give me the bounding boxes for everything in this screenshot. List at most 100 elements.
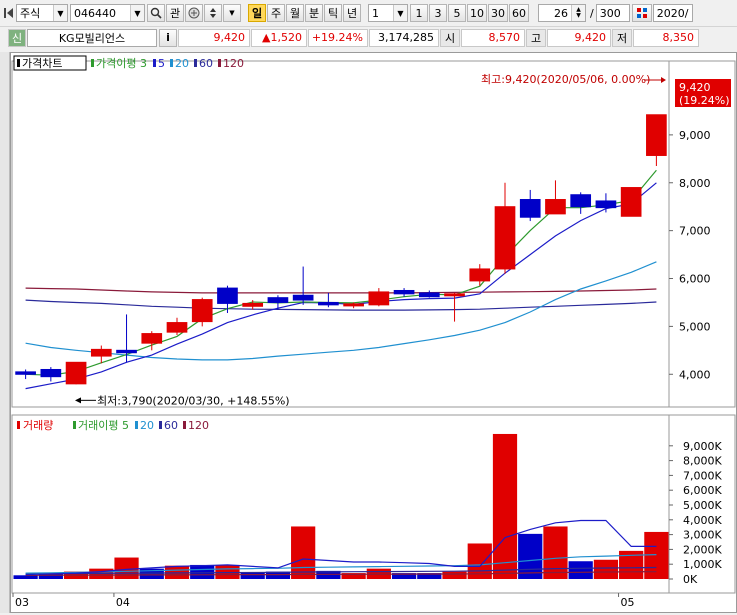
volume-value: 3,174,285 [369, 28, 439, 47]
price-ma20-line [25, 261, 657, 361]
interval-3-button[interactable]: 3 [429, 4, 447, 22]
open-label: 시 [440, 28, 460, 47]
price-legend-label: 20 [175, 57, 189, 70]
chart-area[interactable]: 4,000 5,000 6,000 7,000 8,000 9,000 가격차트 가격이평 3… [10, 52, 737, 613]
link-button[interactable] [185, 4, 203, 22]
candle-body [494, 206, 516, 270]
low-value: 8,350 [633, 28, 699, 47]
current-price: 9,420 [178, 28, 250, 47]
candle-body [116, 349, 137, 354]
spin-button[interactable] [204, 4, 222, 22]
link-icon [188, 7, 200, 19]
volume-tick-label: 9,000K [683, 440, 722, 453]
period-month-button[interactable]: 월 [286, 4, 304, 22]
candle-body [318, 301, 339, 306]
period-minute-button[interactable]: 분 [305, 4, 323, 22]
stock-name: KG모빌리언스 [27, 28, 157, 47]
volume-tick-label: 4,000K [683, 514, 722, 527]
candle-body [646, 114, 667, 156]
volume-legend-marker [135, 421, 138, 429]
candle-body [191, 299, 213, 323]
interval-1-button[interactable]: 1 [410, 4, 428, 22]
volume-tick-label: 7,000K [683, 469, 722, 482]
volume-legend-label: 120 [188, 419, 209, 432]
grip-icon[interactable] [4, 4, 14, 22]
interval-value: 1 [372, 6, 379, 20]
price-legend-label: 60 [199, 57, 213, 70]
side-strip [0, 52, 10, 613]
price-legend-marker [91, 59, 94, 67]
volume-bar [190, 564, 215, 579]
interval-30-button[interactable]: 30 [488, 4, 508, 22]
volume-legend-label: 거래이평 5 [78, 419, 129, 432]
volume-legend-marker [183, 421, 186, 429]
volume-title-marker [17, 421, 20, 429]
candle-body [444, 293, 465, 297]
credit-badge: 신 [8, 28, 26, 47]
info-button[interactable]: i [159, 28, 177, 47]
interval-5-button[interactable]: 5 [448, 4, 466, 22]
chevron-down-icon[interactable]: ▼ [130, 5, 144, 21]
interval-select[interactable]: 1 ▼ [368, 4, 408, 22]
magnifier-icon [150, 7, 162, 19]
candle-body [217, 287, 238, 304]
volume-bar [442, 571, 467, 579]
candle-body [393, 289, 415, 295]
period-year-button[interactable]: 년 [343, 4, 361, 22]
chevron-down-icon[interactable]: ▼ [53, 5, 67, 21]
price-tick-label: 8,000 [679, 177, 711, 190]
dropdown-small-button[interactable]: ▼ [223, 4, 241, 22]
interval-60-button[interactable]: 60 [509, 4, 529, 22]
view-count-stepper[interactable]: 26 ▲ ▼ [538, 4, 586, 22]
market-type-select[interactable]: 주식 ▼ [16, 4, 68, 22]
candle-body [418, 292, 440, 298]
candle-body [545, 199, 566, 215]
date-input[interactable]: 2020/ [652, 4, 693, 22]
volume-tick-label: 5,000K [683, 499, 722, 512]
gwan-button[interactable]: 관 [166, 4, 184, 22]
candle-body [368, 291, 390, 306]
chevron-down-icon[interactable]: ▼ [393, 5, 407, 21]
chart-canvas[interactable]: 4,000 5,000 6,000 7,000 8,000 9,000 가격차트 가격이평 3… [11, 53, 736, 612]
stock-code-input[interactable]: 046440 ▼ [70, 4, 145, 22]
x-tick-label: 04 [116, 596, 130, 609]
stepper-arrows-icon[interactable]: ▲ ▼ [571, 5, 585, 21]
period-tick-button[interactable]: 틱 [324, 4, 342, 22]
candle-body [267, 297, 289, 303]
price-legend-marker [170, 59, 173, 67]
period-day-button[interactable]: 일 [248, 4, 266, 22]
interval-10-button[interactable]: 10 [467, 4, 487, 22]
view-count-value: 26 [554, 6, 568, 20]
price-tick-label: 4,000 [679, 368, 711, 381]
volume-bar [114, 557, 139, 579]
high-arrowhead [661, 77, 666, 83]
high-label: 고 [526, 28, 546, 47]
change-rate: +19.24% [308, 28, 368, 47]
price-legend-marker [194, 59, 197, 67]
settings-button[interactable] [631, 4, 652, 22]
price-chart-title: 가격차트 [22, 57, 62, 70]
search-button[interactable] [147, 4, 165, 22]
candle-body [519, 199, 541, 218]
volume-tick-label: 1,000K [683, 558, 722, 571]
grid-settings-icon [636, 8, 647, 18]
last-rate-label: (19.24%) [679, 94, 730, 107]
total-count-input[interactable]: 300 [595, 4, 630, 22]
period-week-button[interactable]: 주 [267, 4, 285, 22]
volume-chart-title: 거래량 [23, 419, 53, 432]
candle-body [292, 294, 314, 301]
candle-body [620, 187, 642, 217]
volume-legend-label: 20 [140, 419, 154, 432]
candle-body [166, 322, 188, 333]
toolbar-top: 주식 ▼ 046440 ▼ 관 ▼ 일 주 월 분 틱 년 1 ▼ 1 3 5 … [0, 2, 737, 24]
price-ma60-line [25, 299, 657, 311]
volume-bar [240, 572, 265, 579]
high-annotation: 최고:9,420(2020/05/06, 0.00%) [481, 73, 650, 86]
count-separator: / [590, 6, 594, 20]
candle-body [343, 303, 364, 307]
volume-tick-label: 3,000K [683, 529, 722, 542]
open-value: 8,570 [461, 28, 525, 47]
chevron-down-icon: ▼ [229, 9, 235, 17]
candle-body [570, 194, 592, 208]
candle-body [141, 333, 163, 344]
